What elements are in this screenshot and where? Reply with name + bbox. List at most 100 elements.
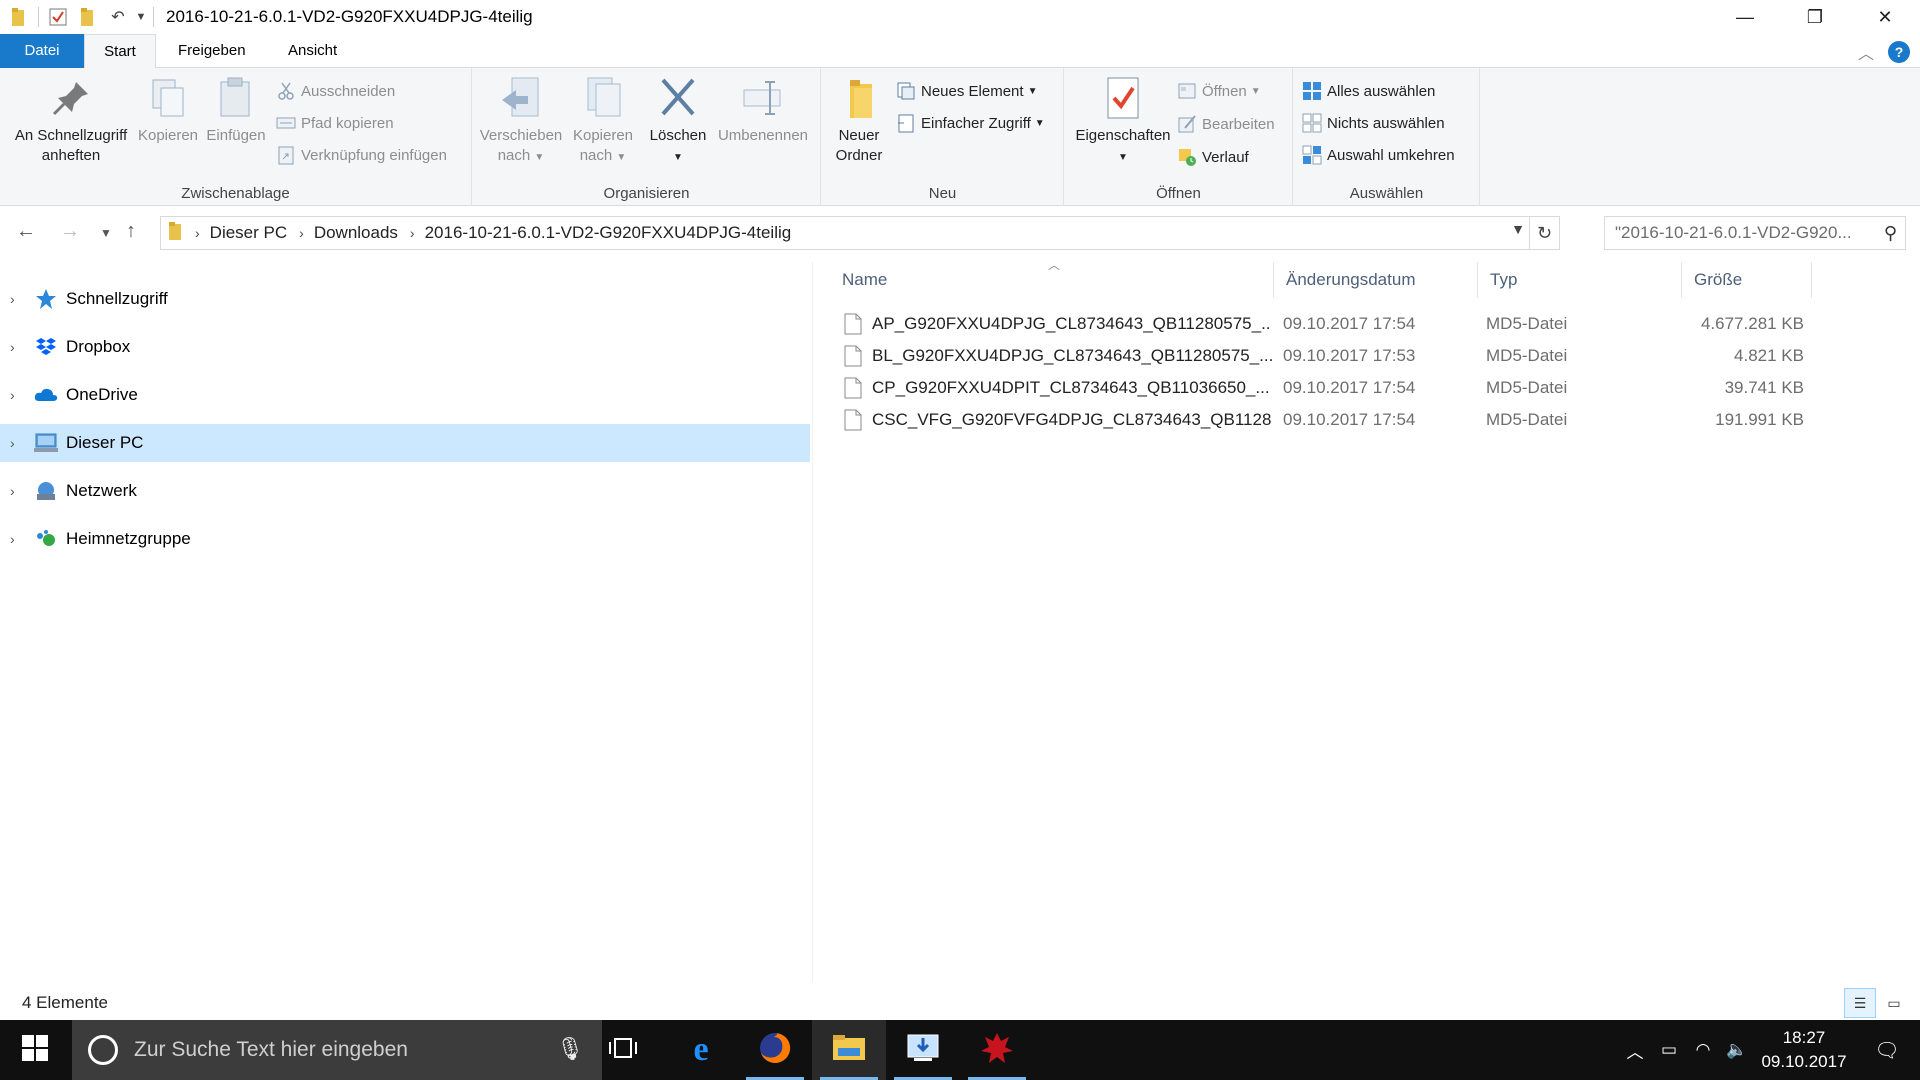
collapse-ribbon-icon[interactable]: ︿	[1858, 40, 1874, 64]
expand-chevron-icon[interactable]: ›	[10, 387, 28, 403]
nav-item-quick-access[interactable]: › Schnellzugriff	[0, 280, 810, 318]
pane-divider[interactable]	[812, 262, 813, 982]
rename-button[interactable]: Umbenennen	[713, 76, 813, 146]
dropdown-arrow-icon: ▼	[534, 152, 545, 163]
close-button[interactable]: ✕	[1850, 0, 1920, 34]
file-row[interactable]: AP_G920FXXU4DPJG_CL8734643_QB11280575_..…	[830, 308, 1830, 340]
back-arrow-icon[interactable]: ←	[16, 220, 36, 243]
edit-button[interactable]: Bearbeiten	[1177, 111, 1275, 137]
file-row[interactable]: CP_G920FXXU4DPIT_CL8734643_QB11036650_..…	[830, 372, 1830, 404]
microphone-icon[interactable]: 🎙	[556, 1036, 584, 1062]
taskbar-app-installer[interactable]	[886, 1020, 960, 1080]
nav-item-onedrive[interactable]: › OneDrive	[0, 376, 810, 414]
action-center-icon[interactable]: 🗨	[1854, 1038, 1920, 1063]
clock-date: 09.10.2017	[1761, 1052, 1847, 1071]
select-none-icon	[1302, 113, 1322, 133]
paste-shortcut-button[interactable]: Verknüpfung einfügen	[276, 142, 447, 168]
taskbar-search-box[interactable]: Zur Suche Text hier eingeben 🎙	[72, 1020, 602, 1080]
select-none-button[interactable]: Nichts auswählen	[1302, 110, 1445, 136]
expand-chevron-icon[interactable]: ›	[10, 531, 28, 547]
taskbar-app-odin[interactable]	[960, 1020, 1034, 1080]
taskbar-app-edge[interactable]: e	[664, 1020, 738, 1080]
file-size: 4.821 KB	[1734, 346, 1804, 365]
expand-chevron-icon[interactable]: ›	[10, 291, 28, 307]
new-item-button[interactable]: Neues Element ▼	[896, 78, 1037, 104]
copy-to-button[interactable]: Kopieren nach ▼	[567, 76, 639, 168]
easy-access-button[interactable]: Einfacher Zugriff ▼	[896, 110, 1045, 136]
select-all-button[interactable]: Alles auswählen	[1302, 78, 1435, 104]
homegroup-icon	[34, 527, 58, 551]
nav-item-dropbox[interactable]: › Dropbox	[0, 328, 810, 366]
select-all-icon	[1302, 81, 1322, 101]
file-row[interactable]: BL_G920FXXU4DPJG_CL8734643_QB11280575_..…	[830, 340, 1830, 372]
tab-start[interactable]: Start	[84, 34, 156, 69]
column-header-size[interactable]: Größe	[1682, 262, 1812, 298]
new-folder-button[interactable]: Neuer Ordner	[828, 76, 890, 166]
nav-item-network[interactable]: › Netzwerk	[0, 472, 810, 510]
volume-icon[interactable]: 🔈	[1720, 1040, 1754, 1060]
copy-button[interactable]: Kopieren	[136, 76, 200, 146]
address-bar[interactable]: › Dieser PC › Downloads › 2016-10-21-6.0…	[160, 216, 1560, 250]
tab-view[interactable]: Ansicht	[270, 34, 355, 68]
properties-quick-icon[interactable]	[43, 2, 73, 32]
search-icon[interactable]: ⚲	[1884, 223, 1897, 244]
column-header-type[interactable]: Typ	[1478, 262, 1682, 298]
pin-quick-access-button[interactable]: An Schnellzugriff anheften	[8, 76, 134, 166]
address-history-dropdown-icon[interactable]: ▼	[1511, 221, 1525, 237]
history-button[interactable]: Verlauf	[1177, 144, 1249, 170]
delete-button[interactable]: Löschen ▼	[645, 76, 711, 168]
wifi-icon[interactable]: ◠	[1686, 1040, 1720, 1060]
onedrive-cloud-icon	[34, 383, 58, 407]
breadcrumb-current-folder[interactable]: 2016-10-21-6.0.1-VD2-G920FXXU4DPJG-4teil…	[425, 223, 792, 243]
column-header-date[interactable]: Änderungsdatum	[1274, 262, 1478, 298]
show-hidden-icons-chevron-icon[interactable]: ︿	[1618, 1038, 1652, 1063]
breadcrumb-chevron-icon[interactable]: ›	[195, 225, 200, 241]
open-icon	[1177, 81, 1197, 101]
file-row[interactable]: CSC_VFG_G920FVFG4DPJG_CL8734643_QB1128..…	[830, 404, 1830, 436]
customize-dropdown-icon[interactable]: ▼	[133, 2, 149, 32]
search-input[interactable]: "2016-10-21-6.0.1-VD2-G920... ⚲	[1604, 216, 1906, 250]
breadcrumb-downloads[interactable]: Downloads	[314, 223, 398, 243]
breadcrumb-this-pc[interactable]: Dieser PC	[210, 223, 287, 243]
taskbar-app-firefox[interactable]	[738, 1020, 812, 1080]
nav-item-this-pc[interactable]: › Dieser PC	[0, 424, 810, 462]
expand-chevron-icon[interactable]: ›	[10, 435, 28, 451]
recent-locations-chevron-icon[interactable]: ▼	[100, 226, 112, 240]
battery-icon[interactable]: ▭	[1652, 1040, 1686, 1060]
details-view-icon[interactable]: ☰	[1844, 988, 1876, 1018]
copy-path-button[interactable]: Pfad kopieren	[276, 110, 394, 136]
up-arrow-icon[interactable]: ↑	[126, 220, 136, 243]
copy-label: Kopieren	[137, 127, 199, 144]
refresh-icon[interactable]: ↻	[1529, 217, 1559, 249]
file-explorer-icon	[832, 1034, 866, 1067]
minimize-button[interactable]: —	[1710, 0, 1780, 34]
tab-share[interactable]: Freigeben	[160, 34, 264, 68]
taskbar-app-file-explorer[interactable]	[812, 1020, 886, 1080]
restore-button[interactable]: ❐	[1780, 0, 1850, 34]
expand-chevron-icon[interactable]: ›	[10, 339, 28, 355]
nav-item-homegroup[interactable]: › Heimnetzgruppe	[0, 520, 810, 558]
system-clock[interactable]: 18:27 09.10.2017	[1754, 1026, 1854, 1074]
open-button[interactable]: Öffnen ▼	[1177, 78, 1261, 104]
breadcrumb-chevron-icon[interactable]: ›	[299, 225, 304, 241]
tab-file[interactable]: Datei	[0, 34, 84, 68]
help-button[interactable]: ?	[1888, 41, 1910, 63]
group-label-new: Neu	[928, 185, 957, 202]
large-icons-view-icon[interactable]: ▭	[1878, 988, 1910, 1018]
rename-label: Umbenennen	[717, 127, 809, 144]
taskbar-search-placeholder: Zur Suche Text hier eingeben	[134, 1038, 408, 1061]
move-to-button[interactable]: Verschieben nach ▼	[479, 76, 563, 168]
expand-chevron-icon[interactable]: ›	[10, 483, 28, 499]
cut-label: Ausschneiden	[301, 82, 396, 100]
column-header-name[interactable]: Name	[830, 262, 1274, 298]
invert-selection-button[interactable]: Auswahl umkehren	[1302, 142, 1455, 168]
cut-button[interactable]: Ausschneiden	[276, 78, 395, 104]
forward-arrow-icon[interactable]: →	[60, 220, 80, 243]
paste-button[interactable]: Einfügen	[204, 76, 268, 146]
new-folder-quick-icon[interactable]	[73, 2, 103, 32]
task-view-button[interactable]	[586, 1020, 660, 1080]
properties-button[interactable]: Eigenschaften ▼	[1071, 76, 1175, 168]
breadcrumb-chevron-icon[interactable]: ›	[410, 225, 415, 241]
start-button[interactable]	[0, 1020, 70, 1080]
undo-icon[interactable]: ↶	[103, 2, 133, 32]
